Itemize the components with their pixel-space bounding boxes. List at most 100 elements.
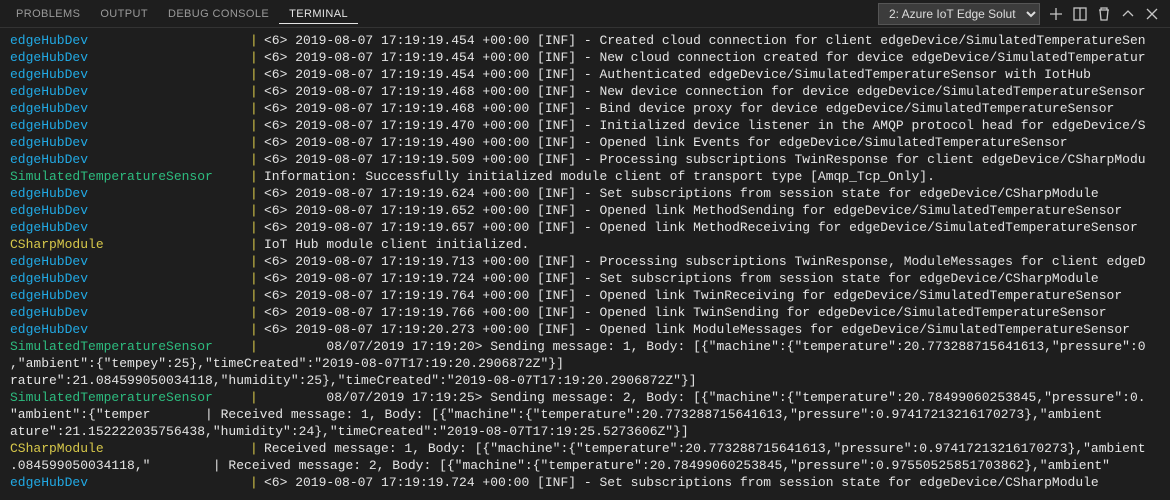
terminal-line: .084599050034118," | Received message: 2… — [10, 457, 1160, 474]
terminal-line: edgeHubDev| <6> 2019-08-07 17:19:19.509 … — [10, 151, 1160, 168]
chevron-up-icon[interactable] — [1116, 2, 1140, 26]
log-source: edgeHubDev — [10, 219, 250, 236]
log-source: edgeHubDev — [10, 253, 250, 270]
log-message: <6> 2019-08-07 17:19:19.713 +00:00 [INF]… — [264, 253, 1146, 270]
log-separator: | — [250, 151, 264, 168]
terminal-line: edgeHubDev| <6> 2019-08-07 17:19:19.724 … — [10, 474, 1160, 491]
log-separator: | — [250, 236, 264, 253]
log-separator: | — [250, 253, 264, 270]
log-separator: | — [250, 83, 264, 100]
log-separator: | — [250, 389, 264, 406]
log-message: <6> 2019-08-07 17:19:19.724 +00:00 [INF]… — [264, 474, 1099, 491]
log-message: <6> 2019-08-07 17:19:19.470 +00:00 [INF]… — [264, 117, 1146, 134]
log-source: SimulatedTemperatureSensor — [10, 389, 250, 406]
log-message: <6> 2019-08-07 17:19:19.624 +00:00 [INF]… — [264, 185, 1099, 202]
terminal-line: edgeHubDev| <6> 2019-08-07 17:19:19.724 … — [10, 270, 1160, 287]
log-source: edgeHubDev — [10, 185, 250, 202]
log-source: CSharpModule — [10, 236, 250, 253]
log-source: edgeHubDev — [10, 32, 250, 49]
tab-output[interactable]: OUTPUT — [90, 4, 158, 24]
terminal-line: edgeHubDev| <6> 2019-08-07 17:19:19.468 … — [10, 83, 1160, 100]
terminal-line: SimulatedTemperatureSensor| 08/07/2019 1… — [10, 338, 1160, 355]
log-message: 08/07/2019 17:19:20> Sending message: 1,… — [264, 338, 1146, 355]
log-message: <6> 2019-08-07 17:19:19.468 +00:00 [INF]… — [264, 100, 1114, 117]
terminal-line: CSharpModule| IoT Hub module client init… — [10, 236, 1160, 253]
log-message: <6> 2019-08-07 17:19:19.454 +00:00 [INF]… — [264, 66, 1091, 83]
terminal-line: ature":21.152222035756438,"humidity":24}… — [10, 423, 1160, 440]
log-separator: | — [250, 270, 264, 287]
log-separator: | — [250, 134, 264, 151]
tab-problems[interactable]: PROBLEMS — [6, 4, 90, 24]
log-separator: | — [250, 440, 264, 457]
log-source: edgeHubDev — [10, 202, 250, 219]
panel-tab-bar: PROBLEMS OUTPUT DEBUG CONSOLE TERMINAL 2… — [0, 0, 1170, 28]
terminal-line: edgeHubDev| <6> 2019-08-07 17:19:19.468 … — [10, 100, 1160, 117]
log-separator: | — [250, 219, 264, 236]
terminal-selector[interactable]: 2: Azure IoT Edge Solut — [878, 3, 1040, 25]
log-message: Information: Successfully initialized mo… — [264, 168, 935, 185]
trash-icon[interactable] — [1092, 2, 1116, 26]
split-icon[interactable] — [1068, 2, 1092, 26]
log-source: edgeHubDev — [10, 474, 250, 491]
log-separator: | — [250, 338, 264, 355]
terminal-line: CSharpModule| Received message: 1, Body:… — [10, 440, 1160, 457]
terminal-line: edgeHubDev| <6> 2019-08-07 17:19:19.657 … — [10, 219, 1160, 236]
terminal-line: ,"ambient":{"tempey":25},"timeCreated":"… — [10, 355, 1160, 372]
terminal-line: edgeHubDev| <6> 2019-08-07 17:19:19.764 … — [10, 287, 1160, 304]
log-message: <6> 2019-08-07 17:19:19.652 +00:00 [INF]… — [264, 202, 1122, 219]
log-source: edgeHubDev — [10, 270, 250, 287]
log-message: <6> 2019-08-07 17:19:19.724 +00:00 [INF]… — [264, 270, 1099, 287]
log-message: IoT Hub module client initialized. — [264, 236, 529, 253]
log-separator: | — [250, 168, 264, 185]
log-source: edgeHubDev — [10, 83, 250, 100]
terminal-line: edgeHubDev| <6> 2019-08-07 17:19:19.454 … — [10, 49, 1160, 66]
log-separator: | — [250, 321, 264, 338]
terminal-line: SimulatedTemperatureSensor| 08/07/2019 1… — [10, 389, 1160, 406]
log-source: edgeHubDev — [10, 49, 250, 66]
log-separator: | — [250, 49, 264, 66]
terminal-line: edgeHubDev| <6> 2019-08-07 17:19:19.454 … — [10, 32, 1160, 49]
log-source: edgeHubDev — [10, 100, 250, 117]
log-message: <6> 2019-08-07 17:19:19.490 +00:00 [INF]… — [264, 134, 1068, 151]
terminal-line: rature":21.084599050034118,"humidity":25… — [10, 372, 1160, 389]
log-source: edgeHubDev — [10, 151, 250, 168]
log-separator: | — [250, 287, 264, 304]
close-icon[interactable] — [1140, 2, 1164, 26]
log-message: <6> 2019-08-07 17:19:20.273 +00:00 [INF]… — [264, 321, 1130, 338]
terminal-line: edgeHubDev| <6> 2019-08-07 17:19:19.470 … — [10, 117, 1160, 134]
log-source: edgeHubDev — [10, 134, 250, 151]
log-separator: | — [250, 185, 264, 202]
terminal-line: edgeHubDev| <6> 2019-08-07 17:19:19.454 … — [10, 66, 1160, 83]
terminal-line: edgeHubDev| <6> 2019-08-07 17:19:19.624 … — [10, 185, 1160, 202]
terminal-output[interactable]: edgeHubDev| <6> 2019-08-07 17:19:19.454 … — [0, 28, 1170, 500]
terminal-line: "ambient":{"temper | Received message: 1… — [10, 406, 1160, 423]
log-separator: | — [250, 304, 264, 321]
log-source: edgeHubDev — [10, 66, 250, 83]
terminal-line: edgeHubDev| <6> 2019-08-07 17:19:19.652 … — [10, 202, 1160, 219]
terminal-line: edgeHubDev| <6> 2019-08-07 17:19:19.766 … — [10, 304, 1160, 321]
log-message: <6> 2019-08-07 17:19:19.764 +00:00 [INF]… — [264, 287, 1122, 304]
tab-terminal[interactable]: TERMINAL — [279, 4, 358, 24]
log-message: <6> 2019-08-07 17:19:19.766 +00:00 [INF]… — [264, 304, 1107, 321]
log-source: edgeHubDev — [10, 321, 250, 338]
plus-icon[interactable] — [1044, 2, 1068, 26]
tab-debug-console[interactable]: DEBUG CONSOLE — [158, 4, 279, 24]
log-separator: | — [250, 202, 264, 219]
log-source: edgeHubDev — [10, 117, 250, 134]
log-message: <6> 2019-08-07 17:19:19.454 +00:00 [INF]… — [264, 49, 1146, 66]
terminal-line: SimulatedTemperatureSensor| Information:… — [10, 168, 1160, 185]
log-separator: | — [250, 32, 264, 49]
log-separator: | — [250, 66, 264, 83]
log-source: edgeHubDev — [10, 304, 250, 321]
log-message: <6> 2019-08-07 17:19:19.657 +00:00 [INF]… — [264, 219, 1138, 236]
log-message: <6> 2019-08-07 17:19:19.509 +00:00 [INF]… — [264, 151, 1146, 168]
log-message: 08/07/2019 17:19:25> Sending message: 2,… — [264, 389, 1146, 406]
terminal-line: edgeHubDev| <6> 2019-08-07 17:19:20.273 … — [10, 321, 1160, 338]
log-source: SimulatedTemperatureSensor — [10, 338, 250, 355]
log-message: <6> 2019-08-07 17:19:19.468 +00:00 [INF]… — [264, 83, 1146, 100]
log-source: CSharpModule — [10, 440, 250, 457]
terminal-line: edgeHubDev| <6> 2019-08-07 17:19:19.490 … — [10, 134, 1160, 151]
log-message: <6> 2019-08-07 17:19:19.454 +00:00 [INF]… — [264, 32, 1146, 49]
log-separator: | — [250, 117, 264, 134]
log-message: Received message: 1, Body: [{"machine":{… — [264, 440, 1146, 457]
